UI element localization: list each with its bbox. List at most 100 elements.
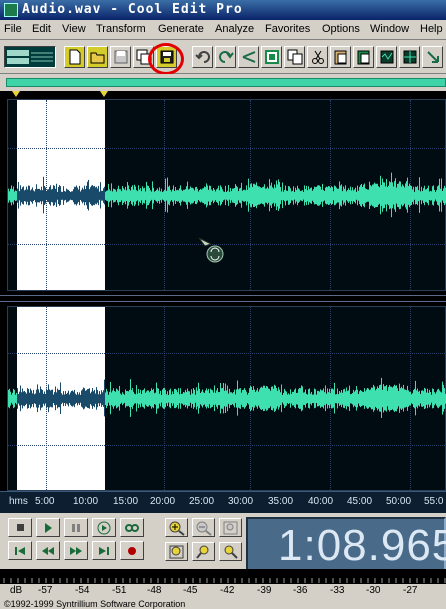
open-file-button[interactable] [87,46,108,68]
zoom-left-button[interactable] [192,542,215,561]
ruler-tick: 50:00 [386,496,412,507]
copy-button[interactable] [284,46,305,68]
zoom-full-button[interactable] [219,518,242,537]
overview-range[interactable] [6,78,446,87]
meter-label: -57 [38,585,53,596]
paste-new-button[interactable] [376,46,397,68]
right-channel[interactable] [7,306,446,491]
loop-button[interactable] [120,518,144,537]
go-to-start-button[interactable] [8,541,32,560]
waveform-display[interactable] [0,91,446,491]
go-to-start-icon [15,547,25,555]
save-button[interactable] [110,46,131,68]
menu-generate[interactable]: Generate [158,23,204,35]
snap-button[interactable] [422,46,443,68]
time-ruler[interactable]: hms 5:00 10:00 15:00 20:00 25:00 30:00 3… [0,491,446,513]
menu-help[interactable]: Help [420,23,443,35]
ruler-tick: 25:00 [189,496,215,507]
waveform-trace-selected [17,379,105,417]
zoom-in-horizontal-icon [169,521,185,536]
meter-label: dB [10,585,23,596]
menu-view[interactable]: View [62,23,86,35]
zoom-in-horizontal-button[interactable] [165,518,188,537]
zoom-out-horizontal-button[interactable] [192,518,215,537]
stop-button[interactable] [8,518,32,537]
trim-button[interactable] [261,46,282,68]
menu-favorites[interactable]: Favorites [265,23,310,35]
record-button[interactable] [120,541,144,560]
meter-label: -39 [257,585,272,596]
current-time: 1:08.965 [278,521,446,570]
menu-analyze[interactable]: Analyze [215,23,254,35]
waveform-view-icon [7,50,53,64]
menu-window[interactable]: Window [370,23,409,35]
play-button[interactable] [36,518,60,537]
zoom-full-icon [223,521,238,535]
ruler-unit: hms [9,496,28,507]
grid-icon [403,50,417,64]
fast-forward-icon [70,547,82,555]
zoom-right-icon [224,545,238,559]
save-icon [114,50,128,64]
ruler-tick: 10:00 [73,496,99,507]
repeat-last-command-icon [219,51,234,63]
toolbar [0,41,446,74]
meter-label: -33 [330,585,345,596]
paste-icon [334,50,347,65]
cut-scissors-icon [312,50,324,64]
menu-bar: File Edit View Transform Generate Analyz… [0,20,446,40]
loop-icon [125,524,140,532]
waveform-trace-selected [17,176,105,214]
go-to-end-button[interactable] [92,541,116,560]
go-to-end-icon [99,547,109,555]
zoom-selection-icon [169,545,184,559]
pause-button[interactable] [64,518,88,537]
mix-paste-icon [357,50,370,65]
cut-button[interactable] [238,46,259,68]
meter-label: -36 [293,585,308,596]
paste-button[interactable] [330,46,351,68]
mix-paste-button[interactable] [353,46,374,68]
rewind-button[interactable] [36,541,60,560]
rewind-icon [42,547,54,555]
ruler-tick: 20:00 [150,496,176,507]
window-title: Audio.wav - Cool Edit Pro [22,2,243,17]
meter-label: -42 [220,585,235,596]
grid-button[interactable] [399,46,420,68]
new-file-button[interactable] [64,46,85,68]
play-icon [45,523,52,533]
zoom-selection-button[interactable] [165,542,188,561]
selection-end-marker[interactable] [100,91,108,97]
level-meter [0,569,446,584]
meter-label: -54 [75,585,90,596]
repeat-last-command-button[interactable] [215,46,236,68]
open-file-icon [90,52,105,64]
waveform-multitrack-toggle[interactable] [4,46,56,68]
level-meter-scale: dB -57 -54 -51 -48 -45 -42 -39 -36 -33 -… [0,584,446,599]
undo-button[interactable] [192,46,213,68]
zoom-left-icon [196,545,209,559]
title-bar: Audio.wav - Cool Edit Pro [0,0,446,20]
selection-start-marker[interactable] [12,91,20,97]
ruler-tick: 55:0 [424,496,444,507]
ruler-tick: 30:00 [228,496,254,507]
meter-label: -48 [147,585,162,596]
zoom-right-button[interactable] [219,542,242,561]
menu-edit[interactable]: Edit [32,23,51,35]
play-to-end-button[interactable] [92,518,116,537]
app-icon [4,3,18,17]
fast-forward-button[interactable] [64,541,88,560]
ruler-tick: 45:00 [347,496,373,507]
transport-panel: 1:08.965 [0,513,446,571]
undo-icon [195,51,210,63]
pause-icon [72,524,80,532]
menu-transform[interactable]: Transform [96,23,146,35]
highlight-circle [148,43,184,75]
ruler-tick: 5:00 [35,496,55,507]
paste-new-icon [380,50,394,64]
menu-options[interactable]: Options [322,23,360,35]
menu-file[interactable]: File [4,23,22,35]
level-meter-ticks [3,578,446,583]
cut-scissors-button[interactable] [307,46,328,68]
overview-bar[interactable] [0,74,446,91]
